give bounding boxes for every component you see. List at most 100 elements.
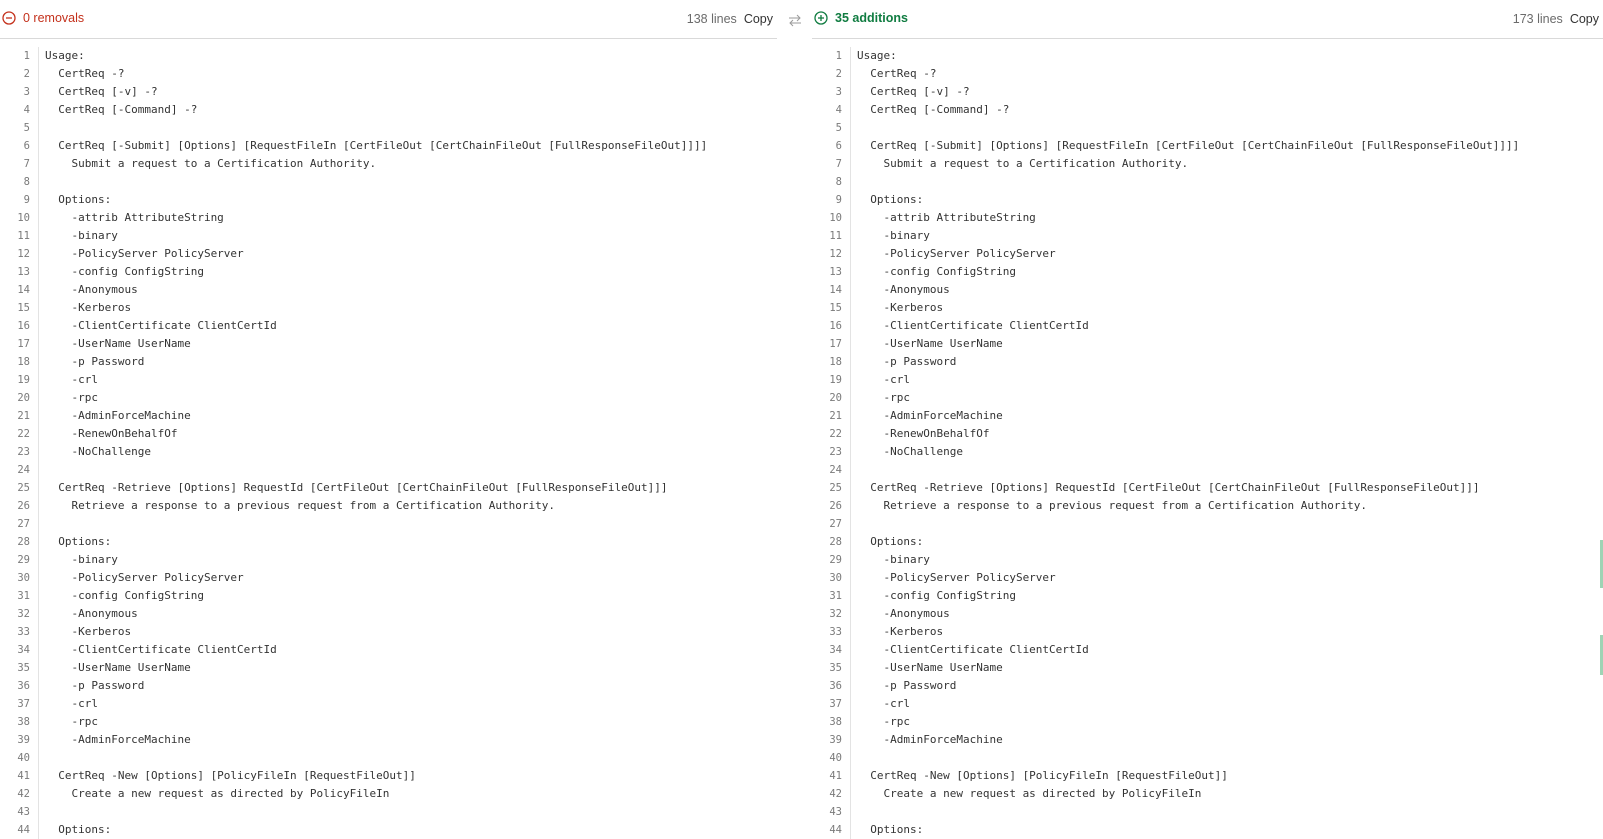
- line-text: CertReq [-Submit] [Options] [RequestFile…: [45, 139, 708, 152]
- line-number: 37: [17, 698, 30, 710]
- gutter-divider: [850, 83, 851, 101]
- original-code-line: 12 -PolicyServer PolicyServer: [0, 245, 777, 263]
- original-code-line: 34 -ClientCertificate ClientCertId: [0, 641, 777, 659]
- line-number: 38: [17, 716, 30, 728]
- original-code-line: 26 Retrieve a response to a previous req…: [0, 497, 777, 515]
- line-text: Options:: [857, 193, 924, 206]
- modified-code-line: 39 -AdminForceMachine: [812, 731, 1603, 749]
- line-text: -RenewOnBehalfOf: [45, 427, 178, 440]
- line-text: -config ConfigString: [45, 589, 204, 602]
- line-number: 7: [835, 158, 842, 170]
- modified-code-line: 9 Options:: [812, 191, 1603, 209]
- line-text: CertReq [-v] -?: [45, 85, 158, 98]
- line-number: 8: [835, 176, 842, 188]
- gutter-divider: [850, 371, 851, 389]
- line-number: 24: [829, 464, 842, 476]
- line-text: -AdminForceMachine: [857, 733, 1003, 746]
- line-text: -binary: [857, 553, 930, 566]
- gutter-divider: [38, 371, 39, 389]
- line-number: 43: [829, 806, 842, 818]
- original-code-line: 14 -Anonymous: [0, 281, 777, 299]
- gutter-divider: [850, 407, 851, 425]
- original-code-line: 21 -AdminForceMachine: [0, 407, 777, 425]
- modified-code-line: 26 Retrieve a response to a previous req…: [812, 497, 1603, 515]
- original-code-line: 42 Create a new request as directed by P…: [0, 785, 777, 803]
- line-text: -rpc: [45, 715, 98, 728]
- line-text: CertReq -?: [45, 67, 125, 80]
- line-text: -UserName UserName: [45, 661, 191, 674]
- line-number: 40: [829, 752, 842, 764]
- line-number: 4: [835, 104, 842, 116]
- gutter-divider: [38, 695, 39, 713]
- copy-original-button[interactable]: Copy: [744, 12, 773, 26]
- gutter-divider: [38, 659, 39, 677]
- original-code-line: 27: [0, 515, 777, 533]
- line-number: 39: [17, 734, 30, 746]
- gutter-divider: [850, 119, 851, 137]
- line-number: 30: [829, 572, 842, 584]
- original-code-line: 10 -attrib AttributeString: [0, 209, 777, 227]
- line-text: Usage:: [45, 49, 85, 62]
- modified-code-line: 36 -p Password: [812, 677, 1603, 695]
- gutter-divider: [38, 641, 39, 659]
- line-number: 9: [835, 194, 842, 206]
- gutter-divider: [38, 83, 39, 101]
- line-number: 42: [829, 788, 842, 800]
- modified-code-line: 18 -p Password: [812, 353, 1603, 371]
- original-code-line: 38 -rpc: [0, 713, 777, 731]
- line-number: 31: [829, 590, 842, 602]
- line-text: CertReq -Retrieve [Options] RequestId [C…: [45, 481, 668, 494]
- gutter-divider: [38, 47, 39, 65]
- line-number: 28: [17, 536, 30, 548]
- modified-code-line: 6 CertReq [-Submit] [Options] [RequestFi…: [812, 137, 1603, 155]
- original-code-line: 8: [0, 173, 777, 191]
- line-number: 13: [17, 266, 30, 278]
- gutter-divider: [850, 785, 851, 803]
- line-text: -UserName UserName: [857, 661, 1003, 674]
- line-number: 44: [829, 824, 842, 836]
- gutter-divider: [850, 461, 851, 479]
- line-number: 25: [17, 482, 30, 494]
- line-text: -p Password: [857, 355, 957, 368]
- gutter-divider: [850, 641, 851, 659]
- original-code-line: 20 -rpc: [0, 389, 777, 407]
- gutter-divider: [38, 623, 39, 641]
- line-number: 9: [23, 194, 30, 206]
- gutter-divider: [850, 605, 851, 623]
- copy-modified-button[interactable]: Copy: [1570, 12, 1599, 26]
- line-number: 26: [829, 500, 842, 512]
- line-number: 23: [17, 446, 30, 458]
- line-number: 29: [829, 554, 842, 566]
- gutter-divider: [850, 623, 851, 641]
- original-code-line: 32 -Anonymous: [0, 605, 777, 623]
- swap-icon[interactable]: [786, 13, 804, 27]
- gutter-divider: [38, 587, 39, 605]
- line-text: Options:: [857, 535, 924, 548]
- gutter-divider: [38, 533, 39, 551]
- line-text: -crl: [857, 373, 910, 386]
- original-code-line: 31 -config ConfigString: [0, 587, 777, 605]
- line-number: 10: [829, 212, 842, 224]
- line-text: Options:: [45, 535, 112, 548]
- modified-header: 35 additions 173 lines Copy: [812, 0, 1603, 39]
- line-text: CertReq -Retrieve [Options] RequestId [C…: [857, 481, 1480, 494]
- gutter-divider: [850, 227, 851, 245]
- gutter-divider: [38, 785, 39, 803]
- line-number: 33: [829, 626, 842, 638]
- original-code-line: 29 -binary: [0, 551, 777, 569]
- gutter-divider: [850, 101, 851, 119]
- line-text: -binary: [857, 229, 930, 242]
- line-text: -RenewOnBehalfOf: [857, 427, 990, 440]
- line-text: -p Password: [45, 679, 145, 692]
- line-number: 5: [835, 122, 842, 134]
- line-number: 8: [23, 176, 30, 188]
- modified-code-line: 38 -rpc: [812, 713, 1603, 731]
- modified-code-line: 35 -UserName UserName: [812, 659, 1603, 677]
- gutter-divider: [850, 497, 851, 515]
- modified-code-line: 19 -crl: [812, 371, 1603, 389]
- original-code-line: 7 Submit a request to a Certification Au…: [0, 155, 777, 173]
- line-number: 34: [17, 644, 30, 656]
- original-code-line: 5: [0, 119, 777, 137]
- line-text: [45, 119, 777, 137]
- line-number: 15: [17, 302, 30, 314]
